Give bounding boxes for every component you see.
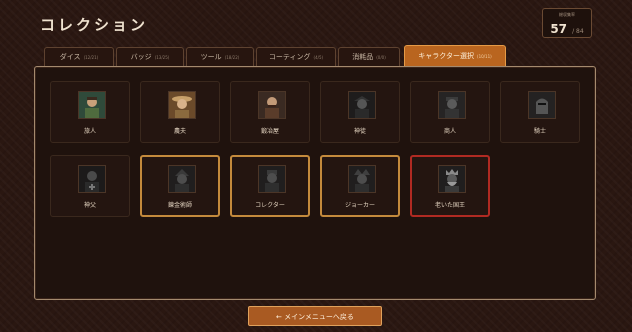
character-name: 旅人 [83,128,96,135]
page-title: コレクション [40,16,149,34]
character-card-farmer[interactable]: 農夫 [140,81,220,143]
priest-portrait-icon [78,165,106,193]
knight-portrait-icon [528,91,556,119]
character-name: ジョーカー [344,202,375,209]
character-card-blacksmith[interactable]: 鍛冶屋 [230,81,310,143]
character-name: コレクター [255,202,285,209]
character-name: 農夫 [173,128,186,135]
counter-total: / 84 [572,28,584,35]
tab-coating[interactable]: コーティング (4/5) [256,47,336,67]
traveler-portrait-icon [78,91,106,119]
alchemist-portrait-icon [168,165,196,193]
character-card-traveler[interactable]: 旅人 [50,81,130,143]
character-name: 商人 [443,128,456,135]
collector-portrait-icon [258,165,286,193]
back-to-main-menu-button[interactable]: ← メインメニューへ戻る [248,306,382,326]
character-card-disciple[interactable]: 神徒 [320,81,400,143]
joker-portrait-icon [348,165,376,193]
collection-rate-counter: 総収集率 57 / 84 [542,8,592,38]
character-name: 騎士 [533,128,546,135]
character-card-priest[interactable]: 神父 [50,155,130,217]
character-card-old-king[interactable]: 老いた国王 [410,155,490,217]
blacksmith-portrait-icon [258,91,286,119]
merchant-portrait-icon [438,91,466,119]
character-name: 錬金術師 [167,202,192,209]
farmer-portrait-icon [168,91,196,119]
character-card-collector[interactable]: コレクター [230,155,310,217]
character-card-knight[interactable]: 騎士 [500,81,580,143]
old-king-portrait-icon [438,165,466,193]
character-name: 老いた国王 [434,202,465,209]
character-name: 神徒 [353,128,366,135]
character-card-joker[interactable]: ジョーカー [320,155,400,217]
disciple-portrait-icon [348,91,376,119]
tab-dice[interactable]: ダイス (12/21) [44,47,114,67]
tab-character-select[interactable]: キャラクター選択 (10/11) [404,45,506,67]
character-name: 鍛冶屋 [260,128,279,135]
character-card-merchant[interactable]: 商人 [410,81,490,143]
character-grid-panel: 旅人 農夫 鍛冶屋 神徒 商人 騎士 神父 錬金術師 コレクター ジョーカー 老… [34,66,596,300]
tab-tools[interactable]: ツール (18/22) [186,47,254,67]
tab-badges[interactable]: バッジ (13/25) [116,47,184,67]
character-name: 神父 [83,202,96,209]
character-card-alchemist[interactable]: 錬金術師 [140,155,220,217]
counter-value: 57 [550,22,568,36]
counter-label: 総収集率 [559,12,575,17]
tab-consumables[interactable]: 消耗品 (0/0) [338,47,400,67]
